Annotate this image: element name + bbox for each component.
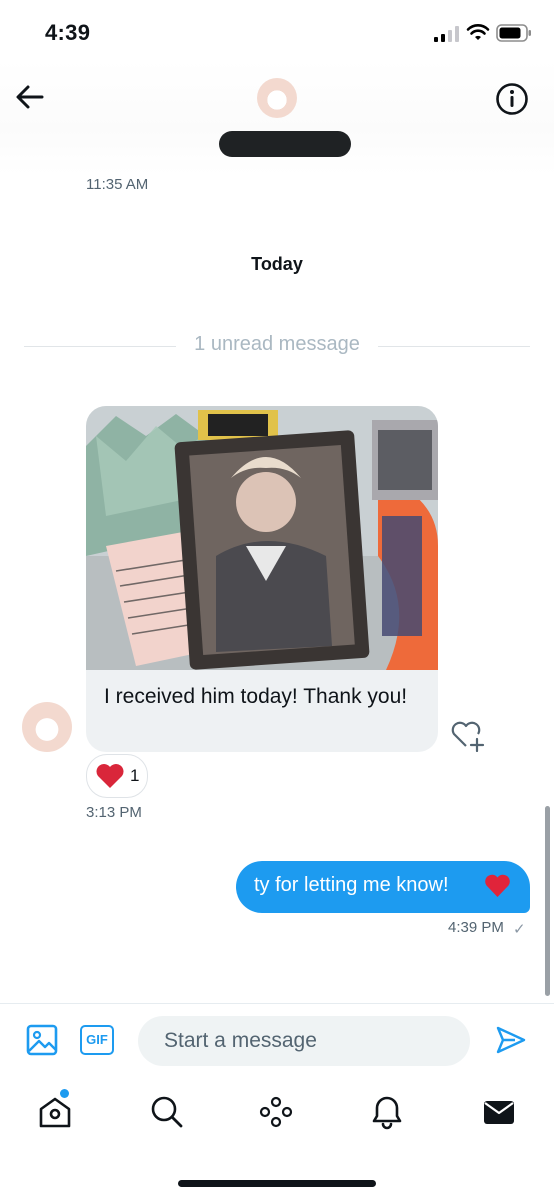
sent-check-icon: ✓ bbox=[513, 921, 526, 938]
home-indicator[interactable] bbox=[178, 1180, 376, 1187]
composer-divider bbox=[0, 1003, 554, 1004]
back-arrow-icon[interactable] bbox=[14, 82, 46, 112]
search-icon[interactable] bbox=[149, 1094, 185, 1130]
unread-divider-label: 1 unread message bbox=[194, 333, 360, 355]
attached-photo[interactable] bbox=[86, 406, 438, 670]
messages-envelope-icon[interactable] bbox=[481, 1094, 517, 1130]
battery-icon bbox=[496, 24, 531, 42]
red-heart-emoji-icon bbox=[485, 874, 510, 897]
add-reaction-icon[interactable] bbox=[450, 718, 486, 752]
spaces-icon[interactable] bbox=[258, 1094, 294, 1130]
sender-avatar[interactable] bbox=[22, 702, 72, 752]
received-message-text: I received him today! Thank you! bbox=[104, 685, 408, 708]
image-icon[interactable] bbox=[26, 1024, 58, 1056]
received-message-card[interactable]: I received him today! Thank you! bbox=[86, 406, 438, 752]
sent-message-bubble[interactable]: ty for letting me know! bbox=[236, 861, 530, 913]
divider-line bbox=[24, 346, 176, 347]
cellular-signal-icon bbox=[434, 26, 459, 42]
status-time: 4:39 bbox=[45, 20, 91, 45]
redacted-contact-name bbox=[219, 131, 351, 157]
heart-reaction-pill[interactable]: 1 bbox=[86, 754, 148, 798]
sent-timestamp: 4:39 PM bbox=[448, 919, 504, 936]
notifications-bell-icon[interactable] bbox=[369, 1094, 405, 1130]
heart-icon bbox=[96, 764, 124, 788]
divider-line bbox=[378, 346, 530, 347]
date-separator: Today bbox=[251, 254, 303, 274]
message-input[interactable] bbox=[138, 1016, 470, 1066]
sent-message-text: ty for letting me know! bbox=[254, 874, 449, 896]
send-icon[interactable] bbox=[495, 1024, 527, 1056]
reaction-count: 1 bbox=[130, 766, 140, 785]
wifi-icon bbox=[466, 24, 490, 40]
message-timestamp: 11:35 AM bbox=[86, 176, 149, 193]
scrollbar[interactable] bbox=[545, 806, 550, 996]
home-notification-dot bbox=[60, 1089, 69, 1098]
header-avatar[interactable] bbox=[257, 78, 297, 118]
message-timestamp: 3:13 PM bbox=[86, 804, 142, 821]
info-icon[interactable] bbox=[495, 82, 529, 116]
home-icon[interactable] bbox=[37, 1094, 73, 1130]
gif-button[interactable]: GIF bbox=[80, 1025, 114, 1055]
